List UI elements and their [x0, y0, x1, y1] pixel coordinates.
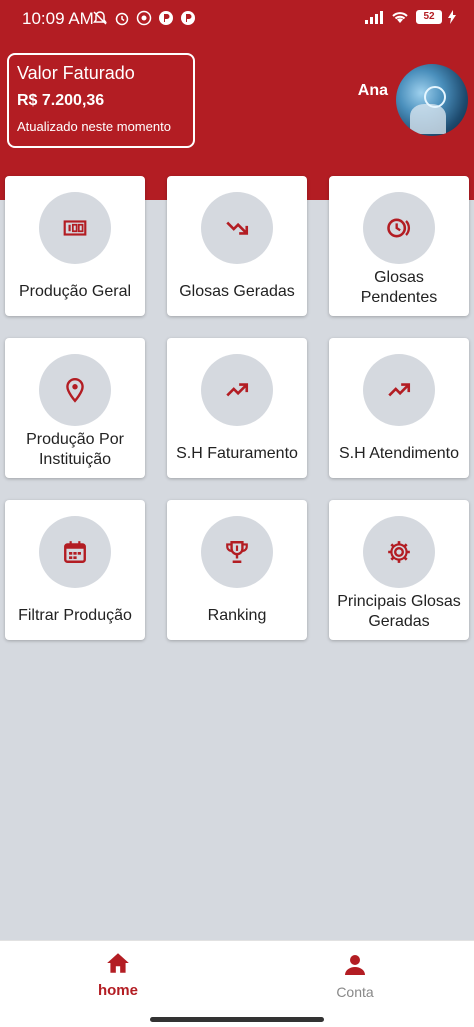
tile-filtrar-producao[interactable]: Filtrar Produção [5, 500, 145, 640]
tile-icon-circle [363, 354, 435, 426]
calendar-icon [64, 541, 86, 563]
notification-icons [92, 10, 196, 26]
tile-label: Produção Por Instituição [26, 431, 124, 468]
tile-icon-circle [201, 354, 273, 426]
tile-icon-circle [39, 192, 111, 264]
tile-principais-glosas-geradas[interactable]: Principais Glosas Geradas [329, 500, 469, 640]
nav-home[interactable]: home [58, 951, 178, 999]
tile-icon-circle [39, 516, 111, 588]
tile-label: Produção Geral [18, 283, 132, 300]
location-pin-icon [66, 377, 84, 403]
tile-icon-circle [363, 192, 435, 264]
tile-label: Glosas Pendentes [360, 269, 438, 306]
tile-label: S.H Atendimento [338, 445, 460, 462]
battery-icon: 52 [416, 10, 442, 24]
system-icons: 52 [364, 9, 456, 25]
app-icon [159, 11, 173, 25]
bottom-nav: home Conta [0, 940, 474, 1008]
trending-up-icon [388, 383, 411, 397]
tile-label: S.H Faturamento [176, 445, 298, 462]
tile-label: Principais Glosas Geradas [337, 593, 461, 630]
barcode-icon [63, 220, 87, 236]
whatsapp-icon [136, 10, 152, 26]
tile-producao-geral[interactable]: Produção Geral [5, 176, 145, 316]
tile-producao-por-instituicao[interactable]: Produção Por Instituição [5, 338, 145, 478]
trending-up-icon [226, 383, 249, 397]
tile-label: Filtrar Produção [18, 607, 132, 624]
alarm-icon [115, 12, 129, 26]
status-bar: 10:09 AM 52 [0, 0, 474, 36]
signal-icon [365, 11, 383, 24]
app-icon [181, 11, 195, 25]
trophy-icon [226, 541, 248, 563]
charging-icon [448, 10, 456, 24]
trending-down-icon [226, 221, 249, 235]
gesture-bar[interactable] [150, 1017, 324, 1022]
tile-icon-circle [201, 192, 273, 264]
nav-home-label: home [97, 982, 138, 999]
nav-conta-label: Conta [336, 984, 374, 1000]
user-name: Ana [357, 82, 388, 99]
avatar[interactable] [396, 64, 468, 136]
tile-label: Ranking [207, 607, 267, 624]
tile-icon-circle [363, 516, 435, 588]
tile-glosas-geradas[interactable]: Glosas Geradas [167, 176, 307, 316]
gear-icon [388, 541, 410, 563]
valor-faturado-card[interactable]: Valor Faturado R$ 7.200,36 Atualizado ne… [7, 53, 195, 148]
valor-updated: Atualizado neste momento [17, 119, 171, 134]
valor-amount: R$ 7.200,36 [17, 92, 105, 109]
clock-icon [387, 218, 411, 238]
tile-glosas-pendentes[interactable]: Glosas Pendentes [329, 176, 469, 316]
valor-title: Valor Faturado [17, 63, 135, 83]
status-time: 10:09 AM [22, 9, 94, 28]
wifi-icon [392, 12, 408, 23]
tile-label: Glosas Geradas [179, 283, 295, 300]
tile-icon-circle [201, 516, 273, 588]
nav-conta[interactable]: Conta [295, 951, 415, 1000]
bell-off-icon [93, 11, 107, 25]
tile-icon-circle [39, 354, 111, 426]
tile-ranking[interactable]: Ranking [167, 500, 307, 640]
tile-sh-faturamento[interactable]: S.H Faturamento [167, 338, 307, 478]
person-icon [345, 955, 365, 975]
tile-sh-atendimento[interactable]: S.H Atendimento [329, 338, 469, 478]
home-icon [107, 953, 129, 973]
